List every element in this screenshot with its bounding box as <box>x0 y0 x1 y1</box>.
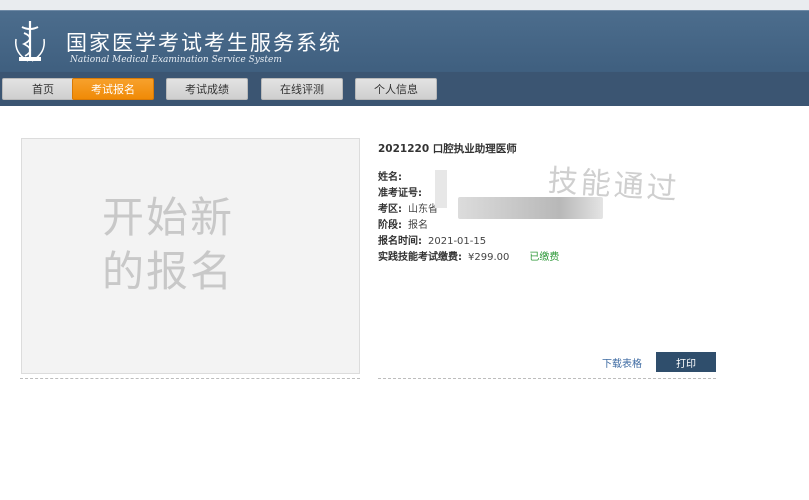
site-subtitle: National Medical Examination Service Sys… <box>70 55 282 65</box>
exam-title: 2021220 口腔执业助理医师 <box>378 143 517 155</box>
main-nav: 首页 考试报名 考试成绩 在线评测 个人信息 <box>0 72 809 106</box>
name-row: 姓名: <box>378 172 402 183</box>
fee-row: 实践技能考试缴费: ¥299.00 已缴费 <box>378 252 560 263</box>
redacted-info <box>435 170 447 208</box>
fee-status-badge: 已缴费 <box>529 252 560 263</box>
caduceus-logo-icon <box>15 21 45 62</box>
registration-time-row: 报名时间: 2021-01-15 <box>378 236 487 247</box>
site-title: 国家医学考试考生服务系统 <box>66 31 342 55</box>
start-new-registration-label: 开始新 的报名 <box>102 193 235 296</box>
card-divider-right <box>378 378 716 379</box>
tab-exam-scores[interactable]: 考试成绩 <box>166 78 248 100</box>
start-new-registration-card[interactable]: 开始新 的报名 <box>21 138 360 374</box>
tab-personal-info[interactable]: 个人信息 <box>355 78 437 100</box>
download-form-link[interactable]: 下载表格 <box>602 355 642 370</box>
tab-exam-registration[interactable]: 考试报名 <box>72 78 154 100</box>
stage-row: 阶段: 报名 <box>378 220 428 231</box>
site-header: 国家医学考试考生服务系统 National Medical Examinatio… <box>0 10 809 73</box>
card-divider-left <box>20 378 360 379</box>
tab-online-assessment[interactable]: 在线评测 <box>261 78 343 100</box>
top-strip <box>0 0 809 10</box>
print-button[interactable]: 打印 <box>656 352 716 372</box>
redacted-info <box>458 197 603 219</box>
